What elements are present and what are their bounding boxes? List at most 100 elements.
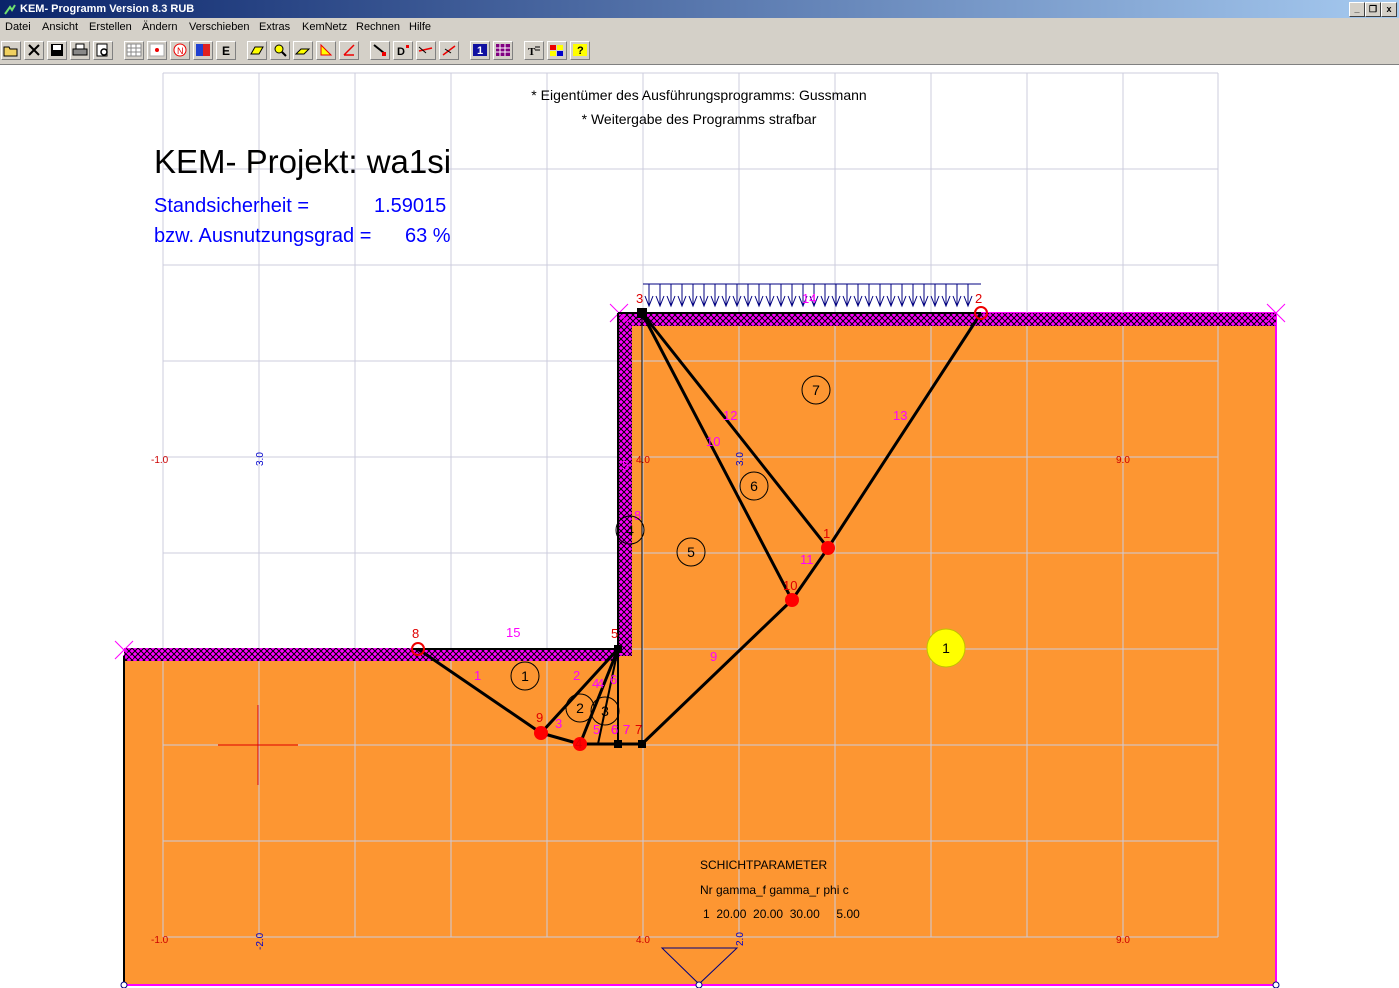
node-5[interactable] — [614, 645, 622, 653]
grid-icon — [126, 43, 142, 57]
load-arrow — [930, 284, 940, 308]
line-label: 9 — [710, 649, 717, 664]
node-6[interactable] — [614, 740, 622, 748]
edit-angle-button[interactable] — [339, 41, 359, 60]
open-icon — [3, 46, 18, 57]
grid-button[interactable] — [124, 41, 144, 60]
close-window-button[interactable]: x — [1381, 2, 1397, 17]
grid-label: 2.0 — [735, 932, 746, 946]
element-label: 1 — [521, 668, 529, 684]
move-node-button[interactable] — [370, 41, 390, 60]
restore-button[interactable]: ❐ — [1365, 2, 1381, 17]
layer-button[interactable] — [193, 41, 213, 60]
menu-ansicht[interactable]: Ansicht — [42, 21, 78, 33]
load-arrow — [897, 284, 907, 308]
load-arrow — [820, 284, 830, 308]
number-one-label: 1 — [477, 45, 483, 57]
menu-rechnen[interactable]: Rechnen — [356, 21, 400, 33]
parameters-heading: SCHICHTPARAMETER — [700, 858, 827, 872]
element-label: 7 — [812, 382, 820, 398]
move-slope-button[interactable] — [439, 41, 459, 60]
safety-label: Standsicherheit = — [154, 195, 309, 217]
move-slope-icon — [442, 45, 456, 56]
line-label: 6 — [611, 722, 618, 737]
node-icon-label: N — [177, 46, 184, 56]
number-one-button[interactable]: 1 — [470, 41, 490, 60]
move-line-button[interactable] — [416, 41, 436, 60]
help-icon: ? — [573, 44, 587, 57]
load-arrow — [732, 284, 742, 308]
line-label: 3 — [555, 716, 562, 731]
save-button[interactable] — [47, 41, 67, 60]
menu-hilfe[interactable]: Hilfe — [409, 21, 431, 33]
node-icon: N — [173, 43, 187, 57]
angle-button[interactable] — [316, 41, 336, 60]
point-button[interactable] — [147, 41, 167, 60]
surface-strip-upper — [632, 313, 1276, 326]
drawing-canvas[interactable]: * Eigentümer des Ausführungsprogramms: G… — [0, 65, 1399, 988]
text-button[interactable]: T — [524, 41, 544, 60]
line-label: 11 — [800, 552, 814, 567]
utilization-value: 63 % — [405, 225, 451, 247]
element-button[interactable]: E — [216, 41, 236, 60]
grid-label: 3.0 — [735, 452, 746, 466]
node-9[interactable] — [534, 726, 548, 740]
line-label: 14 — [802, 291, 816, 306]
text-icon-label: T — [528, 46, 536, 58]
element-label: 5 — [687, 544, 695, 560]
minimize-button[interactable]: _ — [1349, 2, 1365, 17]
window-titlebar: KEM- Programm Version 8.3 RUB _ ❐ x — [0, 0, 1399, 18]
node-10[interactable] — [785, 593, 799, 607]
move-d-label: D — [397, 46, 405, 58]
help-button[interactable]: ? — [570, 41, 590, 60]
node-3[interactable] — [637, 308, 647, 318]
node-label: 1 — [823, 526, 830, 541]
node-label: 7 — [635, 722, 642, 737]
element-label: 4 — [626, 522, 634, 538]
open-button[interactable] — [1, 41, 21, 60]
load-arrow — [842, 284, 852, 308]
angle-icon — [320, 43, 333, 56]
safety-value: 1.59015 — [374, 195, 446, 217]
help-icon-label: ? — [577, 45, 584, 57]
node-7[interactable] — [638, 740, 646, 748]
print-button[interactable] — [70, 41, 90, 60]
menu-datei[interactable]: Datei — [5, 21, 31, 33]
matrix-icon — [496, 44, 510, 56]
slope-button[interactable] — [293, 41, 313, 60]
node-button[interactable]: N — [170, 41, 190, 60]
support-node — [120, 981, 128, 988]
surface-load-icon — [250, 46, 264, 55]
menu-verschieben[interactable]: Verschieben — [189, 21, 250, 33]
grid-label: -2.0 — [255, 932, 266, 950]
node-label: 4 — [575, 736, 582, 751]
load-arrow — [754, 284, 764, 308]
window-title: KEM- Programm Version 8.3 RUB — [20, 3, 195, 15]
load-arrow — [677, 284, 687, 308]
menu-aendern[interactable]: Ändern — [142, 21, 177, 33]
move-d-button[interactable]: D — [393, 41, 413, 60]
layer-icon — [196, 44, 210, 56]
load-arrow — [688, 284, 698, 308]
text-icon: T — [528, 46, 540, 58]
menu-kemnetz[interactable]: KemNetz — [302, 21, 347, 33]
menu-erstellen[interactable]: Erstellen — [89, 21, 132, 33]
support-node — [1272, 981, 1280, 988]
slope-icon — [295, 48, 311, 55]
color-grid-button[interactable] — [547, 41, 567, 60]
save-icon — [51, 44, 63, 56]
matrix-button[interactable] — [493, 41, 513, 60]
point-icon — [149, 43, 165, 57]
close-file-button[interactable] — [24, 41, 44, 60]
node-1[interactable] — [821, 541, 835, 555]
app-icon — [4, 4, 16, 15]
load-arrow — [875, 284, 885, 308]
load-arrow — [864, 284, 874, 308]
line-label: 15 — [506, 625, 520, 640]
print-preview-button[interactable] — [93, 41, 113, 60]
zoom-button[interactable] — [270, 41, 290, 60]
line-label: 13 — [893, 408, 907, 423]
menu-extras[interactable]: Extras — [259, 21, 290, 33]
print-icon — [72, 43, 88, 56]
surface-load-button[interactable] — [247, 41, 267, 60]
